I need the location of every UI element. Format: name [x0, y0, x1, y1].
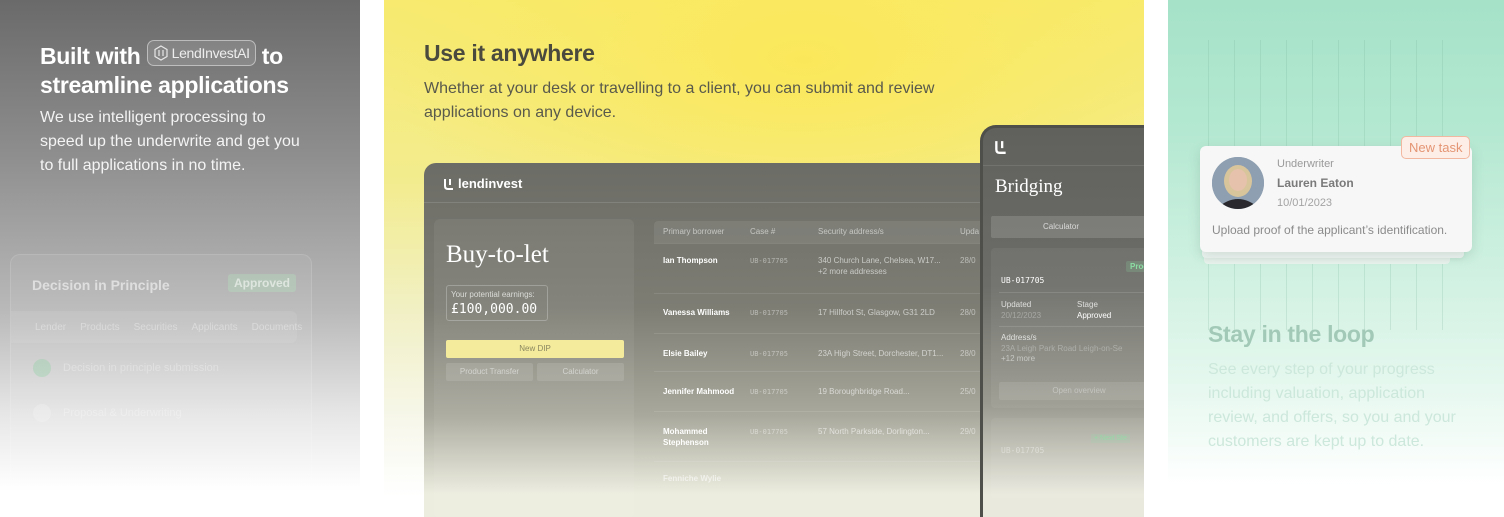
lendinvest-ai-logo-icon	[153, 45, 168, 61]
mobile-calculator-button[interactable]: Calculator	[991, 216, 1144, 238]
updated-date: 28/0	[960, 308, 976, 317]
step-label: Proposal & Underwriting	[63, 407, 182, 419]
stage-label: Stage	[1077, 300, 1098, 309]
dip-status-badge: Approved	[228, 274, 297, 292]
security-address: 17 Hillfoot St, Glasgow, G31 2LD	[818, 308, 935, 317]
security-address: 19 Boroughbridge Road...	[818, 387, 910, 396]
address-more: +12 more	[1001, 354, 1036, 363]
case-status-badge: + Next Ste	[1091, 434, 1130, 443]
ai-badge-label: LendInvestAI	[171, 44, 250, 61]
stage-value: Approved	[1077, 311, 1112, 320]
new-task-badge: New task	[1401, 136, 1471, 159]
column-header[interactable]: Upda	[960, 227, 979, 236]
borrower-name: Elsie Bailey	[663, 349, 708, 358]
use-anywhere-description: Whether at your desk or travelling to a …	[424, 80, 935, 121]
borrower-name: Vanessa Williams	[663, 308, 730, 317]
case-number: UB-017705	[750, 388, 788, 396]
step-pending-icon	[33, 404, 51, 422]
security-address: 57 North Parkside, Dorlington...	[818, 427, 930, 436]
case-number: UB-017705	[1001, 446, 1045, 455]
heading-part-1: Built with	[40, 43, 141, 69]
new-dip-button[interactable]: New DIP	[446, 340, 624, 358]
mobile-case-card[interactable]: + Next Ste UB-017705	[991, 418, 1144, 498]
tab-securities[interactable]: Securities	[134, 322, 178, 333]
stay-in-loop-description: See every step of your progress includin…	[1208, 361, 1456, 450]
updated-label: Updated	[1001, 300, 1032, 309]
borrower-name: Fenniche Wylie	[663, 474, 722, 483]
earnings-value: £100,000.00	[451, 302, 538, 317]
step-complete-icon	[33, 359, 51, 377]
heading-part-2: to	[261, 43, 283, 69]
task-description: Upload proof of the applicant’s identifi…	[1212, 223, 1448, 237]
task-role: Underwriter	[1277, 158, 1334, 170]
use-anywhere-heading: Use it anywhere	[424, 40, 595, 66]
updated-date: 25/0	[960, 387, 976, 396]
earnings-label: Your potential earnings:	[451, 290, 535, 299]
case-number: UB-017705	[1001, 276, 1045, 285]
stay-in-loop-heading: Stay in the loop	[1208, 321, 1375, 347]
dip-card: Decision in Principle Approved Lender Pr…	[10, 254, 312, 484]
updated-value: 20/12/2023	[1001, 311, 1042, 320]
person-avatar-icon	[1212, 157, 1264, 209]
column-header[interactable]: Case #	[750, 227, 775, 236]
avatar	[1212, 157, 1264, 209]
ai-panel-heading: Built with LendInvestAI to streamline ap…	[40, 40, 340, 100]
open-overview-button[interactable]: Open overview	[999, 382, 1144, 400]
divider	[983, 165, 1144, 166]
case-number: UB-017705	[750, 309, 788, 317]
security-address: 340 Church Lane, Chelsea, W17...	[818, 256, 941, 265]
case-status-badge: Proce	[1126, 261, 1144, 272]
dip-step-1: Decision in principle submission	[33, 359, 219, 377]
case-number: UB-017705	[750, 428, 788, 436]
case-number: UB-017705	[750, 257, 788, 265]
lendinvest-logo-icon	[444, 178, 453, 190]
mobile-product-title: Bridging	[995, 176, 1063, 197]
column-header[interactable]: Security address/s	[818, 227, 884, 236]
use-anywhere-panel: Use it anywhere Whether at your desk or …	[384, 0, 1144, 517]
mobile-case-card[interactable]: Proce UB-017705 Updated 20/12/2023 Stage…	[991, 248, 1144, 408]
updated-date: 28/0	[960, 256, 976, 265]
stay-in-loop-panel: Underwriter Lauren Eaton 10/01/2023 Uplo…	[1168, 0, 1504, 517]
borrower-name: Ian Thompson	[663, 256, 718, 265]
borrower-name: Mohammed Stephenson	[663, 427, 709, 447]
security-address-more: +2 more addresses	[818, 267, 887, 276]
dip-tabs: Lender Products Securities Applicants Do…	[11, 311, 302, 343]
updated-date: 29/0	[960, 427, 976, 436]
tab-lender[interactable]: Lender	[35, 322, 66, 333]
tab-applicants[interactable]: Applicants	[192, 322, 238, 333]
case-number: UB-017705	[750, 350, 788, 358]
lendinvest-logo[interactable]: lendinvest	[444, 176, 522, 191]
step-label: Decision in principle submission	[63, 362, 219, 374]
calculator-button[interactable]: Calculator	[537, 363, 624, 381]
updated-date: 28/0	[960, 349, 976, 358]
earnings-box: Your potential earnings: £100,000.00	[446, 285, 548, 321]
address-label: Address/s	[1001, 333, 1037, 342]
task-date: 10/01/2023	[1277, 197, 1333, 209]
divider	[999, 326, 1144, 327]
divider	[999, 292, 1144, 293]
ai-feature-panel: Built with LendInvestAI to streamline ap…	[0, 0, 360, 517]
product-transfer-button[interactable]: Product Transfer	[446, 363, 533, 381]
dip-title: Decision in Principle	[32, 277, 170, 293]
dip-step-2: Proposal & Underwriting	[33, 404, 182, 422]
task-assignee-name: Lauren Eaton	[1277, 176, 1354, 190]
column-header[interactable]: Primary borrower	[663, 227, 724, 236]
ai-panel-description: We use intelligent processing to speed u…	[40, 109, 300, 174]
logo-text: lendinvest	[458, 176, 523, 191]
lendinvest-ai-badge: LendInvestAI	[146, 40, 256, 66]
heading-line-2: streamline applications	[40, 72, 289, 98]
address-value: 23A Leigh Park Road Leigh-on-Se	[1001, 344, 1123, 353]
tab-documents[interactable]: Documents	[252, 322, 303, 333]
security-address: 23A High Street, Dorchester, DT1...	[818, 349, 944, 358]
borrower-name: Jennifer Mahmood	[663, 387, 735, 396]
lendinvest-logo-icon	[995, 141, 1006, 154]
mobile-app-preview: Bridging Calculator Proce UB-017705 Upda…	[980, 125, 1144, 517]
tab-products[interactable]: Products	[80, 322, 119, 333]
product-title: Buy-to-let	[446, 241, 549, 268]
